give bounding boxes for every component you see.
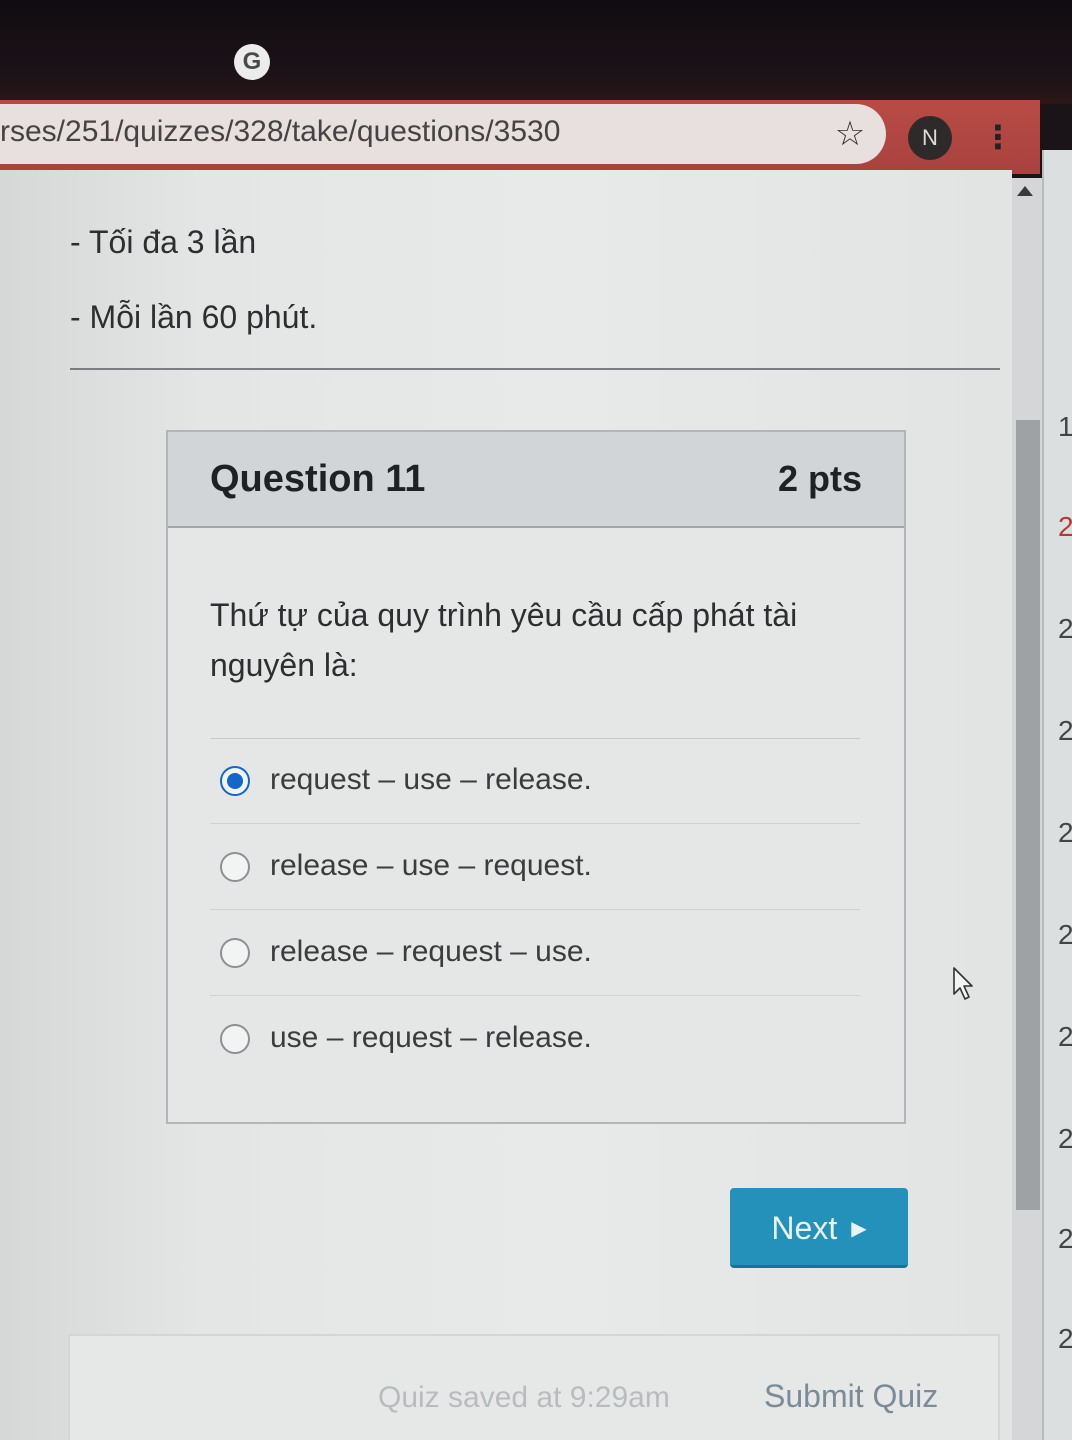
question-nav-item[interactable]: 2	[1058, 918, 1072, 952]
bookmark-star-icon[interactable]: ☆	[832, 114, 868, 154]
next-button[interactable]: Next ▶	[730, 1188, 908, 1268]
question-nav-item[interactable]: 2	[1058, 1020, 1072, 1054]
question-nav-item[interactable]: 2	[1058, 1322, 1072, 1356]
answer-option[interactable]: release – use – request.	[210, 824, 860, 910]
answer-option[interactable]: release – request – use.	[210, 910, 860, 996]
question-nav-item[interactable]: 2	[1058, 816, 1072, 850]
question-text: Thứ tự của quy trình yêu cầu cấp phát tà…	[210, 597, 798, 683]
question-nav-item[interactable]: 2	[1058, 1222, 1072, 1256]
question-title: Question 11	[210, 458, 426, 500]
question-card: Question 11 2 pts Thứ tự của quy trình y…	[166, 430, 906, 1124]
question-nav-item[interactable]: 2	[1058, 1122, 1072, 1156]
radio-button[interactable]	[220, 1024, 250, 1054]
question-header: Question 11 2 pts	[168, 432, 904, 528]
answer-option[interactable]: use – request – release.	[210, 996, 860, 1082]
scrollbar-thumb[interactable]	[1016, 420, 1040, 1210]
radio-button-selected[interactable]	[220, 766, 250, 796]
question-nav-item[interactable]: 2	[1058, 612, 1072, 646]
scroll-up-arrow-icon[interactable]	[1017, 186, 1033, 196]
answer-option[interactable]: request – use – release.	[210, 738, 860, 824]
profile-avatar[interactable]: N	[908, 116, 952, 160]
mouse-cursor-icon	[953, 967, 973, 1000]
radio-button[interactable]	[220, 852, 250, 882]
google-logo-icon: G	[234, 44, 270, 80]
play-arrow-icon: ▶	[851, 1218, 867, 1240]
answer-label[interactable]: request – use – release.	[270, 760, 592, 800]
attempts-note: - Tối đa 3 lần	[70, 224, 257, 260]
question-nav-item[interactable]: 1	[1058, 410, 1072, 444]
question-points: 2 pts	[777, 458, 862, 499]
section-divider	[70, 368, 1000, 370]
submit-quiz-button[interactable]: Submit Quiz	[764, 1374, 938, 1418]
quiz-saved-status: Quiz saved at 9:29am	[378, 1381, 670, 1414]
answer-label[interactable]: use – request – release.	[270, 1018, 592, 1058]
next-button-label: Next	[771, 1210, 838, 1246]
browser-menu-icon[interactable]: ⋮	[982, 114, 1014, 160]
question-nav-item[interactable]: 2	[1058, 714, 1072, 748]
time-limit-note: - Mỗi lần 60 phút.	[70, 299, 318, 335]
url-text[interactable]: rses/251/quizzes/328/take/questions/3530	[0, 112, 560, 152]
radio-button[interactable]	[220, 938, 250, 968]
answer-label[interactable]: release – use – request.	[270, 846, 592, 886]
browser-titlebar	[0, 0, 1072, 104]
answer-label[interactable]: release – request – use.	[270, 932, 592, 972]
question-nav-item[interactable]: 2	[1058, 510, 1072, 544]
